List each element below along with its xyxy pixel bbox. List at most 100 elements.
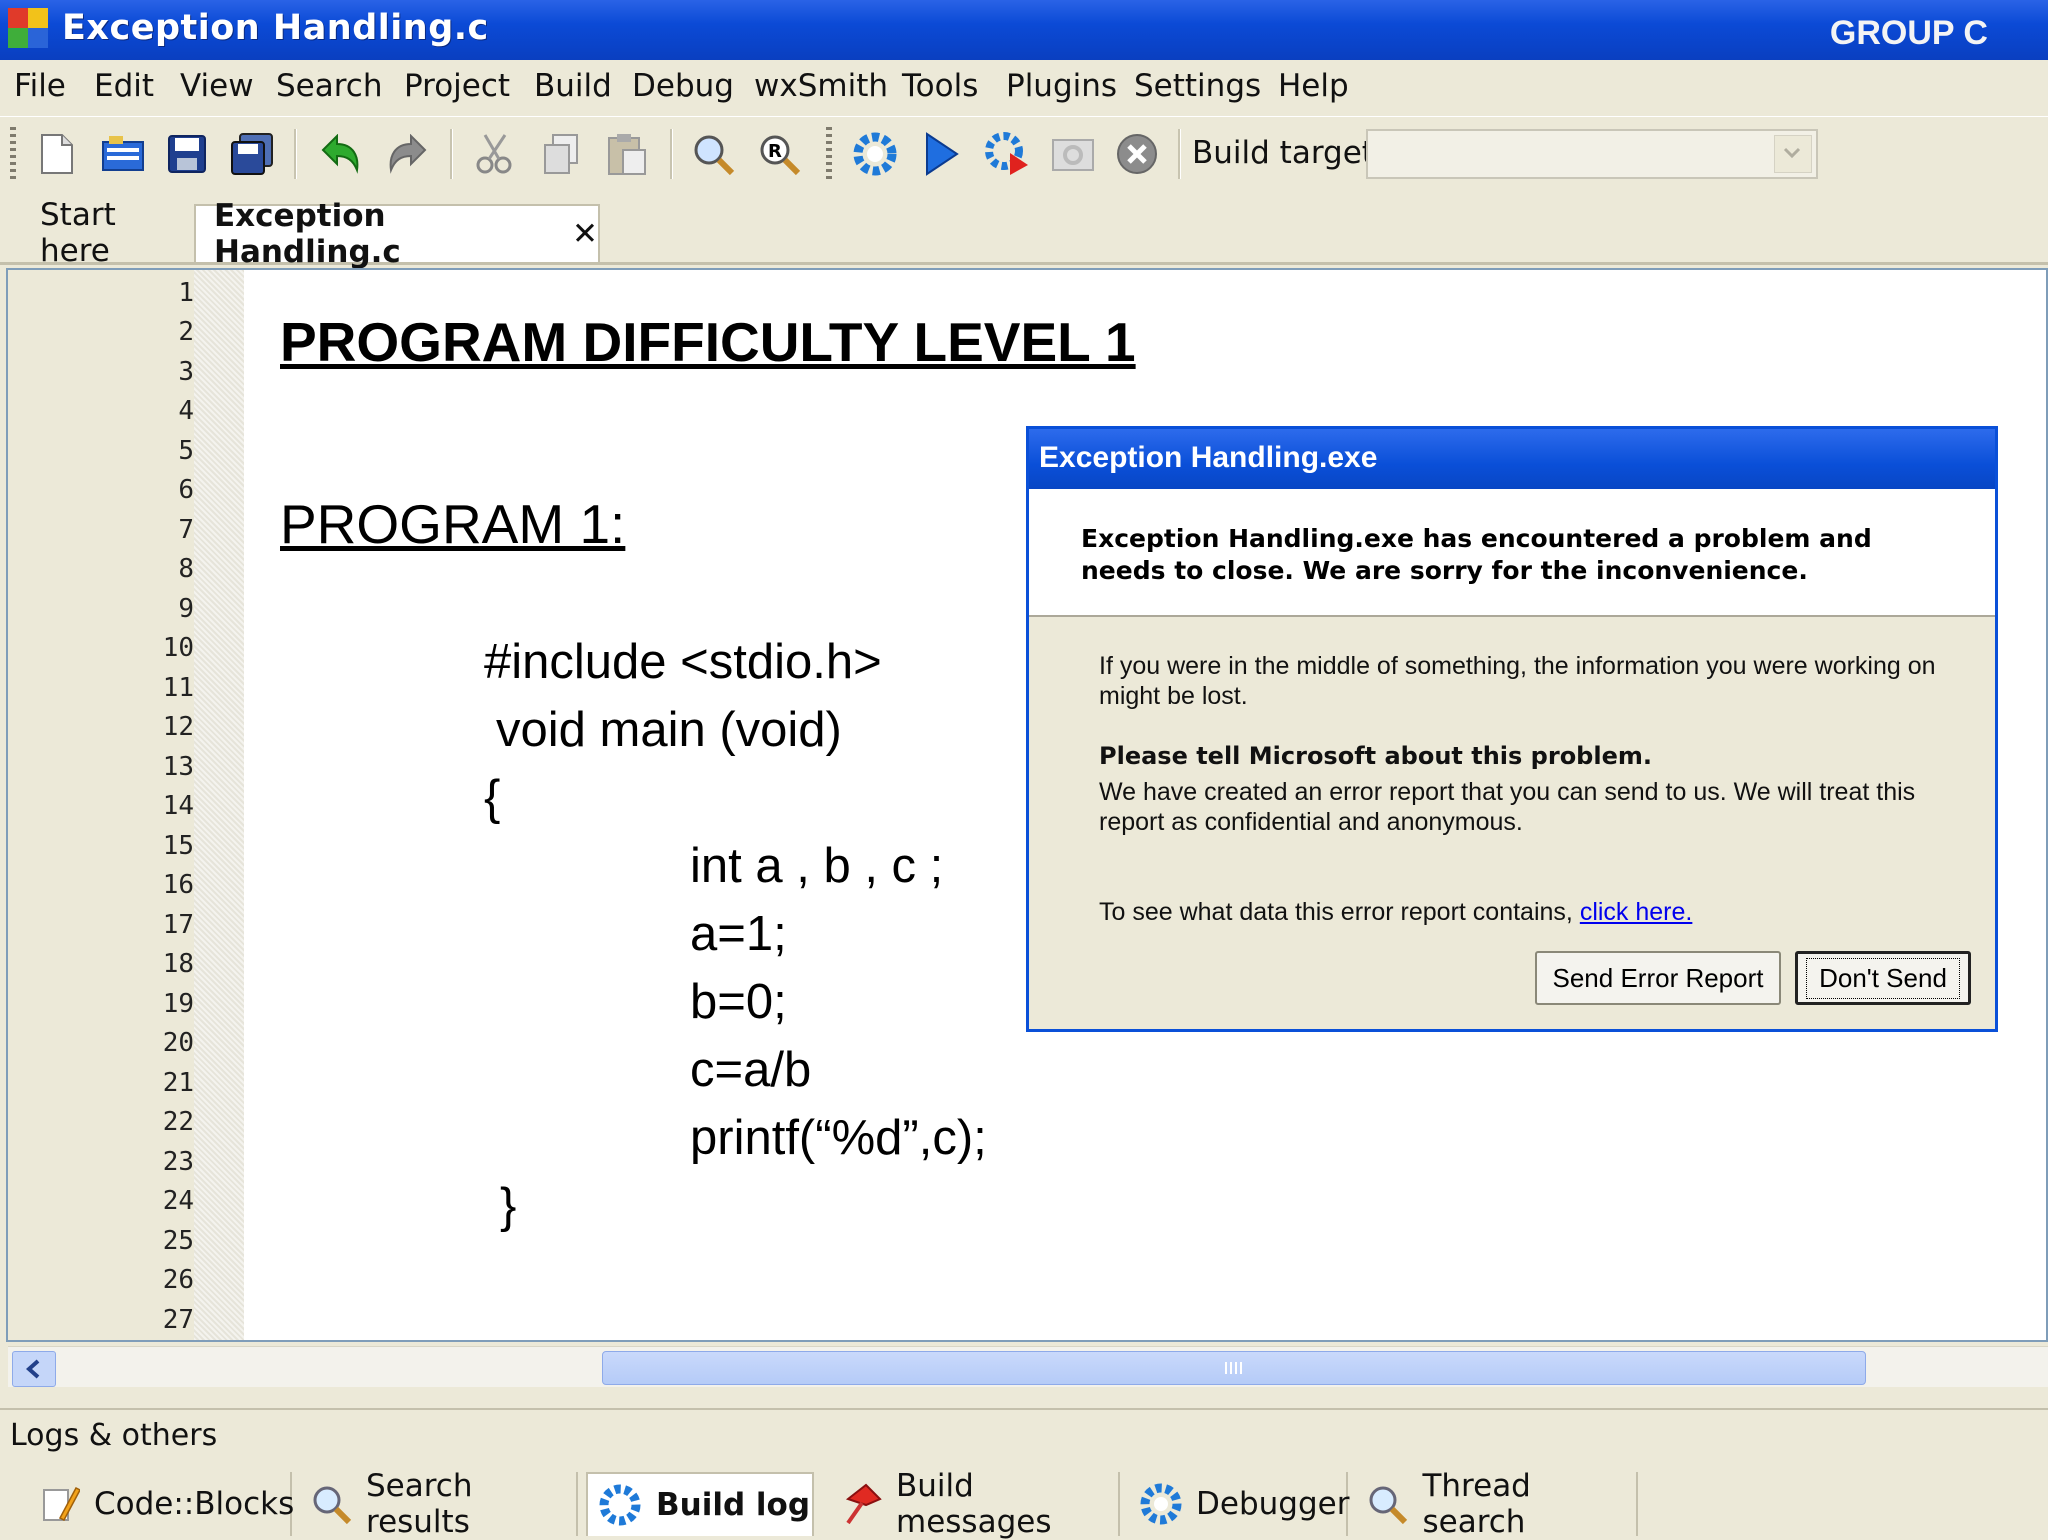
menu-tools[interactable]: Tools [902, 68, 978, 104]
line-number: 1 [178, 278, 194, 308]
menu-bar: File Edit View Search Project Build Debu… [0, 60, 2048, 116]
line-number: 16 [162, 870, 194, 900]
toolbar-grip[interactable] [826, 127, 832, 181]
save-icon[interactable] [164, 131, 210, 177]
tab-label: Exception Handling.c [214, 198, 401, 270]
undo-icon[interactable] [318, 131, 364, 177]
line-number: 8 [178, 554, 194, 584]
code-line: b=0; [690, 975, 787, 1029]
line-number: 14 [162, 791, 194, 821]
copy-icon[interactable] [538, 131, 584, 177]
toolbar-grip[interactable] [10, 127, 16, 181]
tab-build-log[interactable]: Build log [586, 1472, 814, 1536]
tab-thread-search[interactable]: Thread search [1356, 1468, 1638, 1540]
line-number: 10 [162, 633, 194, 663]
click-here-link[interactable]: click here. [1580, 898, 1693, 926]
tab-search-results[interactable]: Search results [300, 1468, 578, 1540]
find-icon[interactable] [690, 131, 736, 177]
svg-text:R: R [768, 141, 782, 162]
dialog-tell-heading: Please tell Microsoft about this problem… [1099, 742, 1652, 770]
dialog-data-prefix: To see what data this error report conta… [1099, 898, 1580, 926]
menu-settings[interactable]: Settings [1134, 68, 1261, 104]
menu-search[interactable]: Search [276, 68, 383, 104]
group-watermark: GROUP C [1829, 14, 1988, 52]
menu-wxsmith[interactable]: wxSmith [754, 68, 888, 104]
dialog-info-text: If you were in the middle of something, … [1099, 652, 1936, 710]
tab-exception-handling[interactable]: Exception Handling.c ✕ [194, 198, 600, 270]
toolbar-separator [1178, 129, 1181, 179]
line-number: 26 [162, 1265, 194, 1295]
line-number: 19 [162, 989, 194, 1019]
build-target-select[interactable] [1366, 129, 1818, 179]
redo-icon[interactable] [384, 131, 430, 177]
editor-tab-bar: Start here Exception Handling.c ✕ [0, 190, 2048, 270]
tab-label: Search results [366, 1468, 473, 1540]
dialog-header: Exception Handling.exe has encountered a… [1029, 489, 1995, 617]
tab-start-here[interactable]: Start here [20, 197, 192, 269]
tab-label: Build log [656, 1487, 811, 1523]
chevron-down-icon[interactable] [1774, 135, 1812, 173]
menu-file[interactable]: File [14, 68, 66, 104]
tab-label: Start here [40, 197, 116, 269]
menu-edit[interactable]: Edit [94, 68, 154, 104]
dialog-title-bar[interactable]: Exception Handling.exe [1029, 429, 1995, 489]
save-all-icon[interactable] [230, 131, 276, 177]
window-title: Exception Handling.c [62, 8, 489, 48]
logs-pane-header: Logs & others [0, 1408, 2048, 1464]
dialog-title: Exception Handling.exe [1039, 441, 1378, 474]
replace-icon[interactable]: R [756, 131, 802, 177]
tab-label: Debugger [1196, 1486, 1350, 1522]
line-number: 15 [162, 831, 194, 861]
rebuild-icon[interactable] [1050, 131, 1096, 177]
dont-send-button[interactable]: Don't Send [1795, 951, 1971, 1005]
line-number: 3 [178, 357, 194, 387]
tab-label: Thread search [1422, 1468, 1531, 1540]
new-file-icon[interactable] [34, 131, 80, 177]
menu-help[interactable]: Help [1278, 68, 1349, 104]
scroll-thumb[interactable] [602, 1351, 1866, 1385]
line-number: 27 [162, 1305, 194, 1335]
program-heading: PROGRAM DIFFICULTY LEVEL 1 [280, 311, 1136, 373]
code-line: } [500, 1179, 517, 1233]
menu-debug[interactable]: Debug [632, 68, 734, 104]
line-number: 11 [162, 673, 194, 703]
build-icon[interactable] [852, 131, 898, 177]
code-line: #include <stdio.h> [484, 635, 882, 689]
toolbar-separator [670, 129, 673, 179]
code-line: int a , b , c ; [690, 839, 944, 893]
scroll-left-icon[interactable] [12, 1351, 56, 1387]
open-icon[interactable] [100, 131, 146, 177]
toolbar: R Build target: [0, 116, 2048, 192]
line-number: 20 [162, 1028, 194, 1058]
menu-plugins[interactable]: Plugins [1006, 68, 1117, 104]
menu-view[interactable]: View [180, 68, 254, 104]
menu-project[interactable]: Project [404, 68, 510, 104]
program-label: PROGRAM 1: [280, 493, 626, 555]
toolbar-separator [450, 129, 453, 179]
line-number: 4 [178, 396, 194, 426]
line-number: 12 [162, 712, 194, 742]
pin-icon [840, 1482, 882, 1526]
tab-debugger[interactable]: Debugger [1130, 1472, 1350, 1536]
send-error-report-button[interactable]: Send Error Report [1535, 951, 1781, 1005]
code-line: a=1; [690, 907, 787, 961]
logs-title: Logs & others [10, 1418, 218, 1453]
line-number: 13 [162, 752, 194, 782]
line-number: 6 [178, 475, 194, 505]
dialog-tell-body: We have created an error report that you… [1099, 778, 1916, 836]
gear-icon [1140, 1482, 1182, 1526]
close-icon[interactable]: ✕ [572, 216, 598, 252]
build-and-run-icon[interactable] [984, 131, 1030, 177]
tab-codeblocks[interactable]: Code::Blocks [30, 1472, 294, 1536]
cut-icon[interactable] [472, 131, 518, 177]
line-number: 23 [162, 1147, 194, 1177]
line-number: 9 [178, 594, 194, 624]
menu-build[interactable]: Build [534, 68, 612, 104]
tab-build-messages[interactable]: Build messages [830, 1468, 1120, 1540]
horizontal-scrollbar[interactable] [8, 1346, 2048, 1387]
line-number: 17 [162, 910, 194, 940]
abort-icon[interactable] [1114, 131, 1160, 177]
run-icon[interactable] [918, 131, 964, 177]
paste-icon[interactable] [604, 131, 650, 177]
code-line: { [484, 771, 501, 825]
